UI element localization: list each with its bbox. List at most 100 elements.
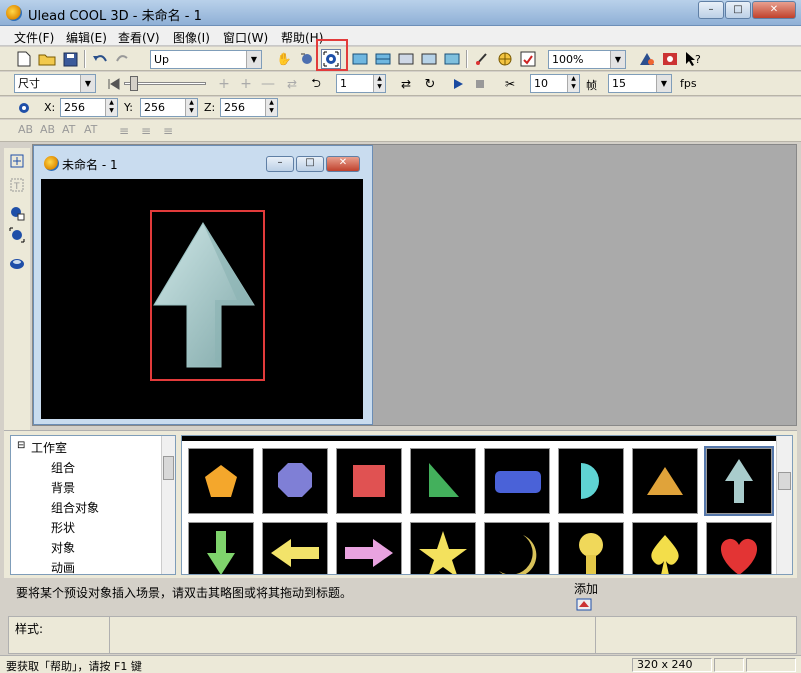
stop-icon[interactable] bbox=[470, 74, 490, 94]
plugin-icon[interactable] bbox=[637, 49, 657, 69]
thumb-bulb[interactable] bbox=[558, 522, 624, 574]
keyframe-swap-icon[interactable]: ⇄ bbox=[282, 74, 302, 94]
tree-item-composition[interactable]: 组合 bbox=[51, 459, 75, 476]
view-perspective-icon[interactable] bbox=[419, 49, 439, 69]
view-top-icon[interactable] bbox=[396, 49, 416, 69]
minimize-button[interactable]: – bbox=[698, 1, 724, 19]
tree-scrollbar[interactable] bbox=[161, 436, 175, 574]
zoom-select[interactable]: 100% ▼ bbox=[548, 50, 626, 69]
open-folder-icon[interactable] bbox=[37, 49, 57, 69]
tree-item-animation[interactable]: 动画 bbox=[51, 559, 75, 576]
text-frame-icon[interactable]: T bbox=[8, 176, 26, 194]
add-icon[interactable] bbox=[576, 596, 592, 612]
thumb-square[interactable] bbox=[336, 448, 402, 514]
tree-item-shape[interactable]: 形状 bbox=[51, 519, 75, 536]
menu-view[interactable]: 查看(V) bbox=[118, 29, 160, 46]
properties-icon[interactable] bbox=[518, 49, 538, 69]
menu-edit[interactable]: 编辑(E) bbox=[66, 29, 107, 46]
tree-item-studio[interactable]: 工作室 bbox=[31, 439, 67, 456]
menu-file[interactable]: 文件(F) bbox=[14, 29, 54, 46]
align-right-icon[interactable]: ≡ bbox=[158, 121, 178, 141]
view-side-icon[interactable] bbox=[373, 49, 393, 69]
undo-icon[interactable] bbox=[90, 49, 110, 69]
object-select[interactable]: Up ▼ bbox=[150, 50, 262, 69]
menu-window[interactable]: 窗口(W) bbox=[223, 29, 268, 46]
text-tool-2[interactable]: AB bbox=[40, 123, 55, 136]
x-spinner[interactable]: 256 ▲ ▼ bbox=[60, 98, 118, 117]
thumb-arrow-up[interactable] bbox=[704, 446, 774, 516]
thumb-arrow-right[interactable] bbox=[336, 522, 402, 574]
align-center-icon[interactable]: ≡ bbox=[136, 121, 156, 141]
loop-icon[interactable]: ⇄ bbox=[396, 74, 416, 94]
spinner-arrows-icon[interactable]: ▲ ▼ bbox=[185, 99, 197, 116]
property-select[interactable]: 尺寸 ▼ bbox=[14, 74, 96, 93]
thumb-heart[interactable] bbox=[706, 522, 772, 574]
thumb-star[interactable] bbox=[410, 522, 476, 574]
globe-icon[interactable] bbox=[495, 49, 515, 69]
thumb-triangle[interactable] bbox=[632, 448, 698, 514]
view-front-icon[interactable] bbox=[350, 49, 370, 69]
align-left-icon[interactable]: ≡ bbox=[114, 121, 134, 141]
text-tool-4[interactable]: AT bbox=[84, 123, 97, 136]
tree-item-background[interactable]: 背景 bbox=[51, 479, 75, 496]
tree-item-group-object[interactable]: 组合对象 bbox=[51, 499, 99, 516]
menu-image[interactable]: 图像(I) bbox=[173, 29, 210, 46]
save-icon[interactable] bbox=[60, 49, 80, 69]
close-button[interactable]: ✕ bbox=[752, 1, 796, 19]
help-pointer-icon[interactable]: ? bbox=[683, 49, 703, 69]
thumb-half-circle[interactable] bbox=[558, 448, 624, 514]
redo-icon[interactable] bbox=[113, 49, 133, 69]
keyframe-remove-icon[interactable]: + bbox=[236, 74, 256, 94]
move-tool-icon[interactable] bbox=[8, 152, 26, 170]
doc-close-button[interactable]: ✕ bbox=[326, 156, 360, 172]
hand-grab-icon[interactable]: ✋ bbox=[274, 49, 294, 69]
spinner-arrows-icon[interactable]: ▲ ▼ bbox=[265, 99, 277, 116]
motion-blur-icon[interactable]: ✂ bbox=[500, 74, 520, 94]
shape-tool-icon[interactable] bbox=[8, 254, 26, 272]
new-file-icon[interactable] bbox=[14, 49, 34, 69]
keyframe-add-icon[interactable]: + bbox=[214, 74, 234, 94]
scene-canvas[interactable] bbox=[41, 179, 363, 419]
tree-item-object[interactable]: 对象 bbox=[51, 539, 75, 556]
gallery-scrollbar[interactable] bbox=[776, 436, 792, 574]
thumb-octagon[interactable] bbox=[262, 448, 328, 514]
spinner-arrows-icon[interactable]: ▲ ▼ bbox=[105, 99, 117, 116]
doc-maximize-button[interactable]: □ bbox=[296, 156, 324, 172]
doc-minimize-button[interactable]: – bbox=[266, 156, 294, 172]
add-object[interactable]: 添加 bbox=[570, 580, 600, 614]
paint-icon[interactable] bbox=[472, 49, 492, 69]
chevron-down-icon[interactable]: ▼ bbox=[246, 51, 261, 68]
tree-collapse-icon[interactable]: ⊟ bbox=[17, 440, 25, 451]
repeat-icon[interactable]: ↻ bbox=[420, 74, 440, 94]
object-tool-icon[interactable] bbox=[8, 204, 26, 222]
play-icon[interactable] bbox=[448, 74, 468, 94]
frames-spinner[interactable]: 10 ▲ ▼ bbox=[530, 74, 580, 93]
view-3d-icon[interactable] bbox=[442, 49, 462, 69]
rotate-object-icon[interactable] bbox=[297, 49, 317, 69]
export-icon[interactable] bbox=[660, 49, 680, 69]
text-tool-3[interactable]: AT bbox=[62, 123, 75, 136]
reverse-icon[interactable]: ⮌ bbox=[306, 74, 326, 94]
thumb-right-triangle[interactable] bbox=[410, 448, 476, 514]
chevron-down-icon[interactable]: ▼ bbox=[656, 75, 671, 92]
chevron-down-icon[interactable]: ▼ bbox=[610, 51, 625, 68]
thumb-rounded-rect[interactable] bbox=[484, 448, 550, 514]
chevron-down-icon[interactable]: ▼ bbox=[80, 75, 95, 92]
text-tool-1[interactable]: AB bbox=[18, 123, 33, 136]
frame-spinner[interactable]: 1 ▲ ▼ bbox=[336, 74, 386, 93]
thumb-crescent[interactable] bbox=[484, 522, 550, 574]
thumb-arrow-left[interactable] bbox=[262, 522, 328, 574]
thumb-pentagon[interactable] bbox=[188, 448, 254, 514]
thumb-arrow-down[interactable] bbox=[188, 522, 254, 574]
spinner-arrows-icon[interactable]: ▲ ▼ bbox=[373, 75, 385, 92]
position-mode-icon[interactable] bbox=[14, 98, 34, 118]
spinner-arrows-icon[interactable]: ▲ ▼ bbox=[567, 75, 579, 92]
slider-start-icon[interactable] bbox=[104, 74, 124, 94]
select-tool-icon[interactable] bbox=[8, 226, 26, 244]
y-spinner[interactable]: 256 ▲ ▼ bbox=[140, 98, 198, 117]
maximize-button[interactable]: □ bbox=[725, 1, 751, 19]
thumb-spade[interactable] bbox=[632, 522, 698, 574]
z-spinner[interactable]: 256 ▲ ▼ bbox=[220, 98, 278, 117]
timeline-slider[interactable] bbox=[124, 76, 206, 92]
keyframe-minus-icon[interactable]: — bbox=[258, 74, 278, 94]
